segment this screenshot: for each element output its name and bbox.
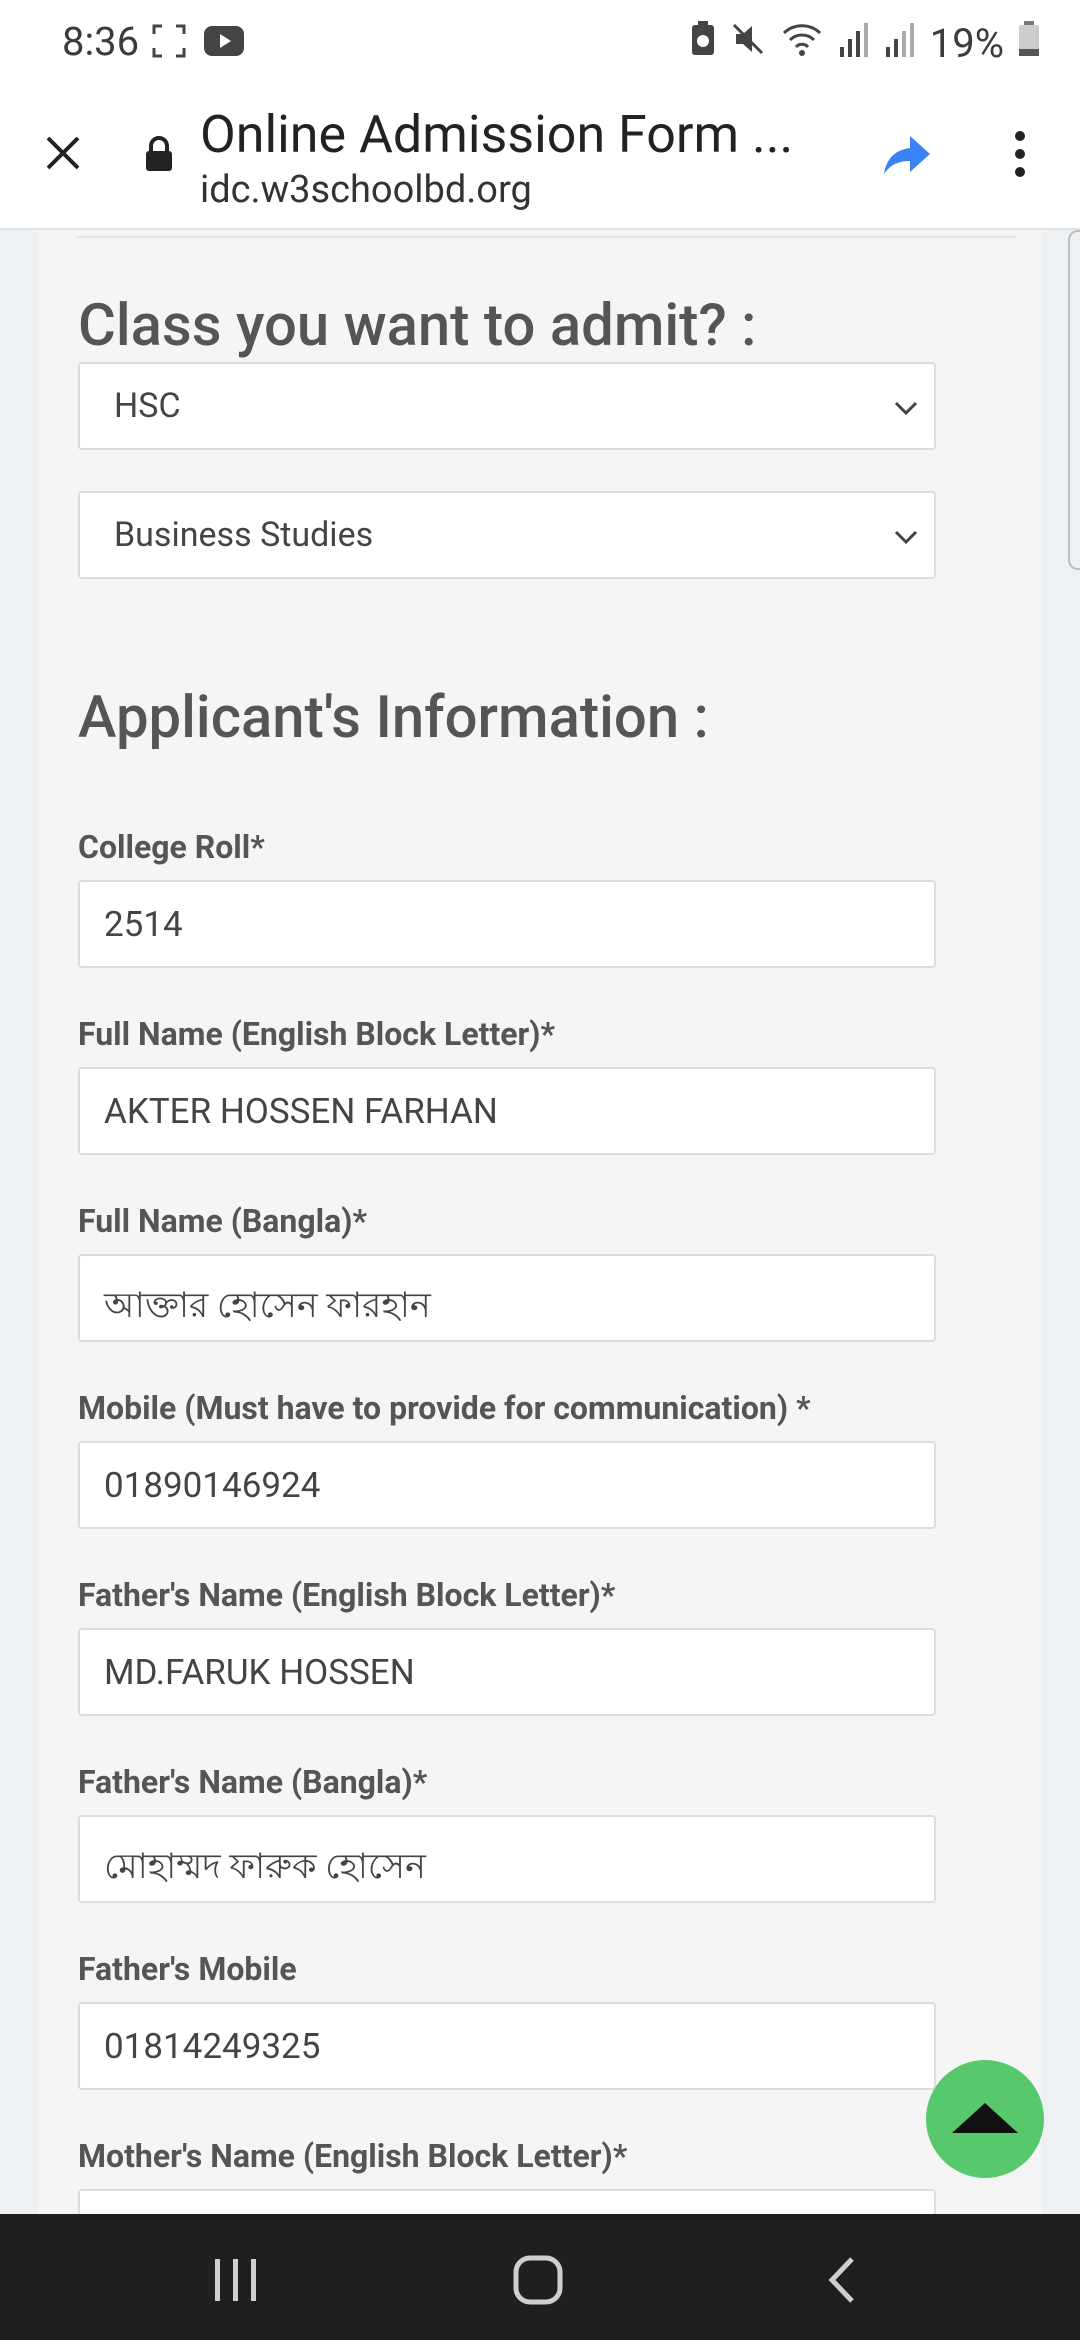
mother-name-english-label: Mother's Name (English Block Letter)* (78, 2137, 628, 2175)
full-name-english-label: Full Name (English Block Letter)* (78, 1015, 556, 1053)
browser-toolbar: Online Admission Form ... idc.w3schoolbd… (0, 86, 1080, 230)
status-bar: 8:36 19% (0, 0, 1080, 86)
lock-icon[interactable] (144, 136, 174, 176)
wifi-icon (780, 20, 824, 67)
group-select-value: Business Studies (114, 515, 374, 555)
mobile-label: Mobile (Must have to provide for communi… (78, 1389, 811, 1427)
father-mobile-label: Father's Mobile (78, 1950, 297, 1988)
mobile-input[interactable]: 01890146924 (78, 1441, 936, 1529)
share-button[interactable] (880, 126, 936, 186)
father-name-english-input[interactable]: MD.FARUK HOSSEN (78, 1628, 936, 1716)
home-icon (513, 2255, 563, 2305)
father-name-english-label: Father's Name (English Block Letter)* (78, 1576, 616, 1614)
youtube-icon (204, 26, 244, 60)
father-mobile-value: 01814249325 (104, 2026, 321, 2067)
share-icon (884, 136, 930, 174)
page-content[interactable]: Class you want to admit? : HSC Business … (0, 230, 1080, 2214)
college-roll-input[interactable]: 2514 (78, 880, 936, 968)
recent-apps-icon (215, 2259, 256, 2301)
college-roll-label: College Roll* (78, 828, 265, 866)
status-time: 8:36 (62, 18, 140, 65)
caret-up-icon (952, 2103, 1018, 2133)
father-mobile-input[interactable]: 01814249325 (78, 2002, 936, 2090)
overflow-menu-button[interactable] (1000, 126, 1040, 186)
father-name-bangla-value: মোহাম্মদ ফারুক হোসেন (104, 1846, 426, 1887)
recent-apps-button[interactable] (206, 2250, 266, 2310)
scroll-to-top-button[interactable] (926, 2060, 1044, 2178)
scrollbar[interactable] (1068, 230, 1080, 570)
college-roll-value: 2514 (104, 904, 183, 945)
full-name-bangla-value: আক্তার হোসেন ফারহান (104, 1285, 431, 1326)
chevron-down-icon (894, 530, 918, 545)
father-name-english-value: MD.FARUK HOSSEN (104, 1652, 415, 1693)
close-icon (46, 136, 80, 170)
home-button[interactable] (508, 2250, 568, 2310)
battery-saver-icon (690, 20, 716, 67)
class-heading: Class you want to admit? : (78, 292, 757, 360)
battery-icon (1018, 20, 1040, 67)
full-name-bangla-input[interactable]: আক্তার হোসেন ফারহান (78, 1254, 936, 1342)
full-name-english-value: AKTER HOSSEN FARHAN (104, 1091, 498, 1132)
mute-icon (730, 20, 766, 67)
page-url[interactable]: idc.w3schoolbd.org (200, 168, 532, 212)
class-select[interactable]: HSC (78, 362, 936, 450)
mother-name-english-input[interactable] (78, 2189, 936, 2214)
admission-form: Class you want to admit? : HSC Business … (38, 230, 1042, 2214)
divider (76, 236, 1016, 238)
chevron-down-icon (894, 401, 918, 416)
more-vert-icon (1015, 131, 1025, 177)
class-select-value: HSC (114, 386, 181, 426)
battery-level: 19% (929, 20, 1004, 67)
back-button[interactable] (812, 2250, 872, 2310)
navigation-bar (0, 2214, 1080, 2340)
mobile-value: 01890146924 (104, 1465, 321, 1506)
group-select[interactable]: Business Studies (78, 491, 936, 579)
signal-icon (884, 20, 916, 67)
screenshot-icon (152, 24, 186, 62)
father-name-bangla-label: Father's Name (Bangla)* (78, 1763, 428, 1801)
back-icon (828, 2257, 854, 2303)
father-name-bangla-input[interactable]: মোহাম্মদ ফারুক হোসেন (78, 1815, 936, 1903)
signal-icon (838, 20, 870, 67)
applicant-heading: Applicant's Information : (78, 684, 709, 752)
close-tab-button[interactable] (36, 126, 90, 180)
full-name-bangla-label: Full Name (Bangla)* (78, 1202, 367, 1240)
full-name-english-input[interactable]: AKTER HOSSEN FARHAN (78, 1067, 936, 1155)
page-title[interactable]: Online Admission Form ... (200, 104, 793, 165)
